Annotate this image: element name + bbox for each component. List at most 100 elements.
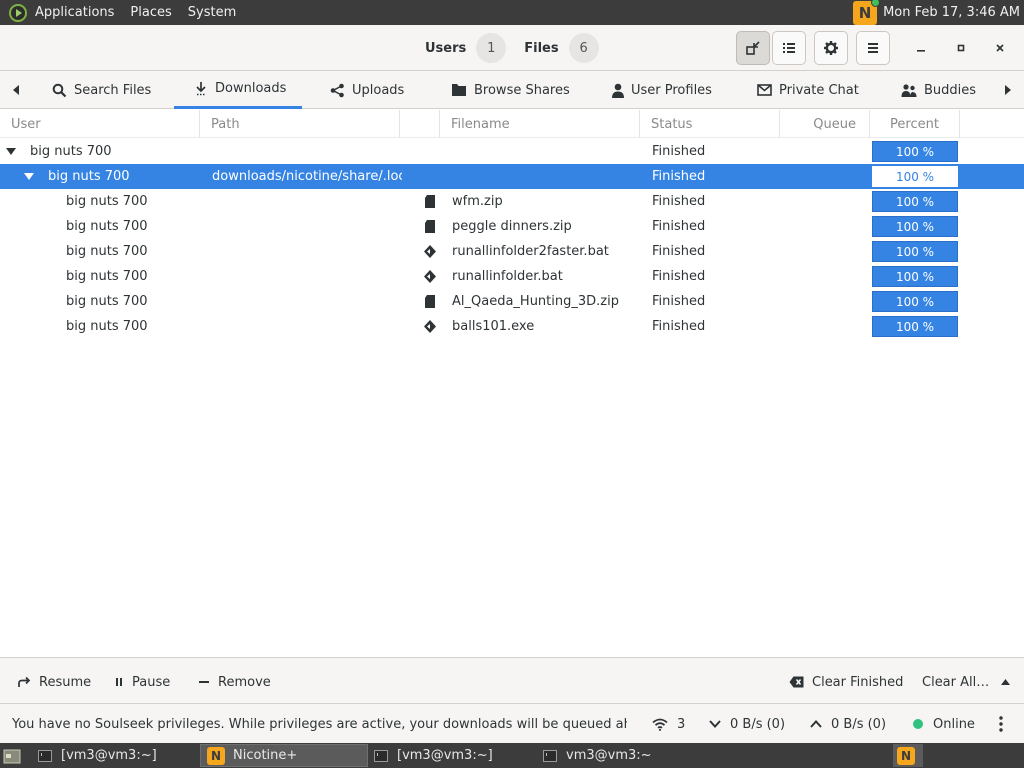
taskbar-item-terminal-1[interactable]: [vm3@vm3:~] [32,744,198,767]
tab-browse-shares[interactable]: Browse Shares [439,71,582,109]
transfer-action-bar: Resume Pause Remove Clear Finished Clear… [0,657,1024,704]
close-button[interactable] [989,37,1011,59]
column-header-file-type[interactable] [400,110,440,138]
cell-status: Finished [652,169,706,184]
upload-speed: 0 B/s (0) [831,716,887,732]
progress-percent: 100 % [872,166,958,187]
downloads-tree-view[interactable]: User Path Filename Status Queue Percent … [0,110,1024,657]
column-header-filename[interactable]: Filename [440,110,640,138]
cell-user: big nuts 700 [66,244,148,259]
list-icon [783,43,795,53]
column-header-user[interactable]: User [0,110,200,138]
resume-label: Resume [39,674,92,690]
column-headers: User Path Filename Status Queue Percent [0,110,1024,138]
minimize-button[interactable] [910,37,932,59]
collapse-expand-button[interactable] [736,31,770,65]
applications-logo-icon[interactable] [9,3,27,22]
task-label: [vm3@vm3:~] [397,748,493,763]
hamburger-icon [868,43,878,53]
nicotine-workspace-icon: N [897,746,915,765]
cell-filename: Al_Qaeda_Hunting_3D.zip [452,294,619,309]
tabs-scroll-right-button[interactable] [1000,82,1016,98]
clock[interactable]: Mon Feb 17, 3:46 AM [877,5,1024,20]
tab-label: Search Files [74,82,152,98]
cell-status: Finished [652,244,706,259]
backspace-icon [789,676,804,688]
tab-search-files[interactable]: Search Files [40,71,163,109]
users-count-badge: 1 [476,33,507,63]
expander-arrow-icon[interactable] [24,173,34,180]
clear-all-menu-button[interactable]: Clear All… [922,670,1011,694]
table-row[interactable]: big nuts 700 runallinfolder2faster.bat F… [0,239,1024,264]
tab-private-chat[interactable]: Private Chat [745,71,871,109]
upload-speed-indicator[interactable]: 0 B/s (0) [810,715,886,733]
show-desktop-icon [3,749,21,763]
table-row-folder-group[interactable]: big nuts 700 downloads/nicotine/share/.l… [0,164,1024,189]
table-row[interactable]: big nuts 700 wfm.zip Finished 100 % [0,189,1024,214]
privileges-message: You have no Soulseek privileges. While p… [12,716,627,732]
show-desktop-button[interactable] [0,744,26,767]
maximize-button[interactable] [950,37,972,59]
tab-downloads[interactable]: Downloads [174,71,302,109]
table-row[interactable]: big nuts 700 runallinfolder.bat Finished… [0,264,1024,289]
cell-user: big nuts 700 [30,144,112,159]
workspace-switcher[interactable]: N [893,744,923,767]
main-menu-button[interactable] [856,31,890,65]
cell-status: Finished [652,294,706,309]
remove-button[interactable]: Remove [198,670,271,694]
taskbar-item-nicotine[interactable]: N Nicotine+ [200,744,368,767]
resume-button[interactable]: Resume [18,670,91,694]
nicotine-tray-icon[interactable]: N [853,0,881,25]
cell-user: big nuts 700 [66,269,148,284]
column-header-status[interactable]: Status [640,110,780,138]
taskbar-item-terminal-2[interactable]: [vm3@vm3:~] [368,744,536,767]
table-row-user-group[interactable]: big nuts 700 Finished 100 % [0,139,1024,164]
remove-label: Remove [218,674,271,690]
taskbar-item-terminal-3[interactable]: vm3@vm3:~ [537,744,705,767]
tab-uploads[interactable]: Uploads [318,71,416,109]
status-menu-button[interactable] [999,715,1003,733]
cell-filename: runallinfolder2faster.bat [452,244,609,259]
table-row[interactable]: big nuts 700 Al_Qaeda_Hunting_3D.zip Fin… [0,289,1024,314]
chevron-down-icon [709,720,721,728]
cell-status: Finished [652,319,706,334]
progress-percent: 100 % [872,291,958,312]
menu-applications[interactable]: Applications [27,0,122,25]
clear-finished-button[interactable]: Clear Finished [789,670,903,694]
pause-button[interactable]: Pause [114,670,170,694]
users-label: Users [425,40,467,56]
archive-icon [425,195,435,208]
buddies-icon [901,84,917,97]
terminal-icon [374,749,388,762]
tab-label: Downloads [215,81,287,96]
list-view-button[interactable] [772,31,806,65]
cell-user: big nuts 700 [66,319,148,334]
pause-label: Pause [132,674,171,690]
menu-system[interactable]: System [180,0,244,25]
download-speed-indicator[interactable]: 0 B/s (0) [709,715,785,733]
files-count-badge: 6 [568,33,599,63]
expander-arrow-icon[interactable] [6,148,16,155]
files-label: Files [524,40,559,56]
task-label: [vm3@vm3:~] [61,748,157,763]
top-panel: Applications Places System N Mon Feb 17,… [0,0,1024,25]
table-row[interactable]: big nuts 700 peggle dinners.zip Finished… [0,214,1024,239]
tab-user-profiles[interactable]: User Profiles [600,71,724,109]
arrow-left-icon [13,85,19,95]
cell-user: big nuts 700 [66,219,148,234]
cell-filename: balls101.exe [452,319,535,334]
counters: Users 1 Files 6 [425,33,617,63]
connection-status[interactable]: Online [913,715,975,733]
column-header-percent[interactable]: Percent [870,110,960,138]
share-icon [330,83,344,97]
table-row[interactable]: big nuts 700 balls101.exe Finished 100 % [0,314,1024,339]
tabs-scroll-left-button[interactable] [8,82,24,98]
close-icon [996,44,1004,52]
preferences-button[interactable] [814,31,848,65]
folder-icon [452,84,466,96]
column-header-path[interactable]: Path [200,110,400,138]
connections-indicator[interactable]: 3 [652,715,685,733]
column-header-queue[interactable]: Queue [780,110,870,138]
menu-places[interactable]: Places [122,0,179,25]
tab-buddies[interactable]: Buddies [889,71,988,109]
